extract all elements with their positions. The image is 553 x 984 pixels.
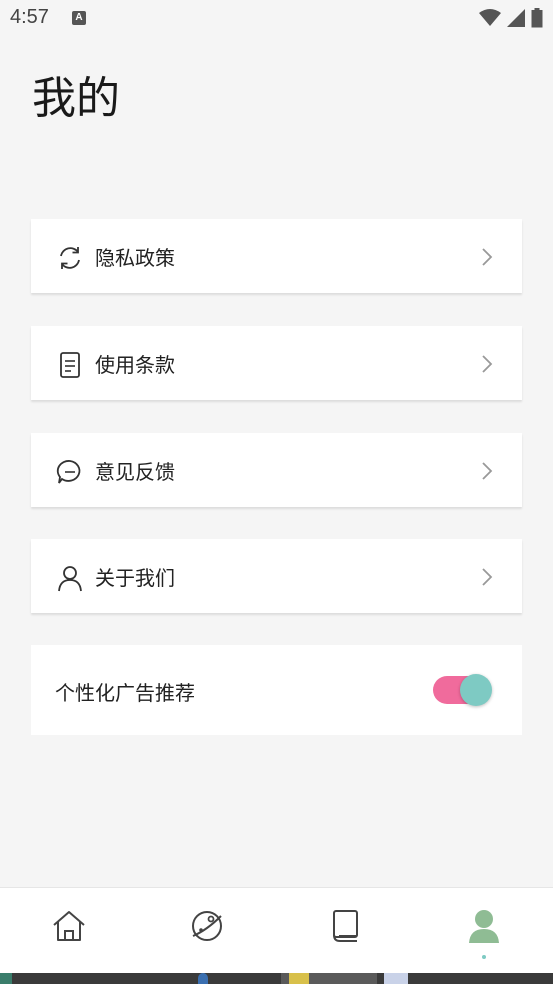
menu-item-label: 意见反馈 — [95, 459, 175, 484]
notification-badge-icon: A — [72, 11, 86, 25]
system-app-icon — [384, 973, 408, 984]
personalized-ads-row: 个性化广告推荐 — [31, 645, 522, 735]
chevron-right-icon — [482, 462, 493, 480]
menu-item-feedback[interactable]: 意见反馈 — [31, 433, 522, 507]
chevron-right-icon — [482, 248, 493, 266]
status-bar: 4:57 A — [0, 0, 553, 38]
battery-icon — [531, 8, 543, 28]
chevron-right-icon — [482, 568, 493, 586]
menu-item-terms-of-use[interactable]: 使用条款 — [31, 326, 522, 400]
menu-item-privacy-policy[interactable]: 隐私政策 — [31, 219, 522, 293]
bottom-navigation — [0, 887, 553, 974]
book-icon[interactable] — [327, 908, 363, 944]
menu-item-label: 关于我们 — [95, 565, 175, 590]
user-icon — [58, 566, 82, 592]
wifi-icon — [479, 9, 501, 26]
profile-icon[interactable] — [466, 908, 502, 944]
page-title: 我的 — [32, 73, 120, 124]
refresh-icon — [60, 247, 80, 269]
document-icon — [60, 352, 80, 378]
active-indicator — [482, 955, 486, 959]
system-app-icon — [198, 973, 208, 984]
status-icons — [479, 8, 543, 28]
system-app-icon — [289, 973, 309, 984]
personalized-ads-label: 个性化广告推荐 — [55, 681, 195, 705]
explore-icon[interactable] — [189, 908, 225, 944]
chevron-right-icon — [482, 355, 493, 373]
personalized-ads-toggle[interactable] — [433, 674, 493, 706]
system-bar — [0, 973, 553, 984]
menu-item-about-us[interactable]: 关于我们 — [31, 539, 522, 613]
home-icon[interactable] — [51, 908, 87, 944]
toggle-knob — [460, 674, 492, 706]
chat-icon — [56, 460, 81, 484]
menu-item-label: 使用条款 — [95, 352, 175, 377]
status-time: 4:57 — [10, 6, 49, 28]
system-app-icon — [0, 973, 12, 984]
signal-icon — [507, 9, 525, 27]
menu-item-label: 隐私政策 — [95, 245, 175, 270]
